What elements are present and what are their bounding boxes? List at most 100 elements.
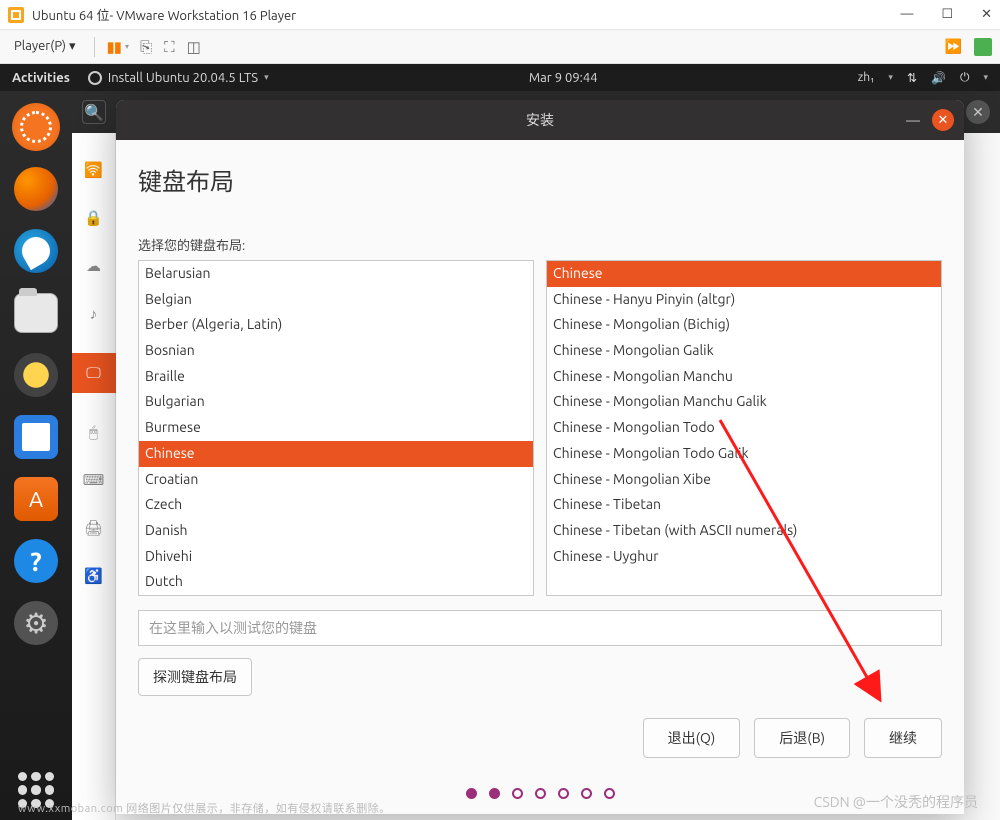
music-icon[interactable]: ♪ [90, 305, 98, 323]
rhythmbox-icon [14, 353, 58, 397]
unity-icon[interactable]: ◫ [187, 38, 201, 56]
installer-title: 安装 [526, 110, 554, 130]
layout-variant-list[interactable]: ChineseChinese - Hanyu Pinyin (altgr)Chi… [546, 260, 942, 596]
gear-icon: ⚙ [14, 601, 58, 645]
list-item[interactable]: Croatian [139, 467, 533, 493]
help-icon: ? [14, 539, 58, 583]
close-button[interactable]: ✕ [981, 7, 992, 22]
continue-button[interactable]: 继续 [864, 718, 942, 758]
list-item[interactable]: Belarusian [139, 261, 533, 287]
input-method-indicator[interactable]: zh₁ [858, 71, 875, 84]
accessibility-icon[interactable]: ♿ [84, 567, 103, 585]
fullscreen-icon[interactable]: ⛶ [164, 38, 175, 56]
pager-dot [604, 788, 615, 799]
list-item[interactable]: Belgian [139, 287, 533, 313]
mouse-icon[interactable]: 🖱 [89, 423, 98, 441]
dock-thunderbird[interactable] [10, 225, 62, 277]
back-button[interactable]: 后退(B) [754, 718, 850, 758]
pager-dot [489, 788, 500, 799]
network-icon[interactable]: ⇅ [907, 71, 917, 85]
list-item[interactable]: Bulgarian [139, 389, 533, 415]
list-item[interactable]: Chinese - Mongolian Manchu Galik [547, 389, 941, 415]
list-item[interactable]: Chinese - Mongolian Todo Galik [547, 441, 941, 467]
thunderbird-icon [14, 229, 58, 273]
list-item[interactable]: Chinese - Mongolian Galik [547, 338, 941, 364]
notes-icon[interactable] [974, 38, 992, 56]
cloud-icon[interactable]: ☁ [86, 257, 101, 275]
install-label: Install Ubuntu 20.04.5 LTS [108, 71, 258, 85]
list-item[interactable]: Czech [139, 492, 533, 518]
dock-rhythmbox[interactable] [10, 349, 62, 401]
list-item[interactable]: Dhivehi [139, 544, 533, 570]
list-item[interactable]: Chinese - Hanyu Pinyin (altgr) [547, 287, 941, 313]
list-item[interactable]: Chinese - Tibetan (with ASCII numerals) [547, 518, 941, 544]
dock-settings[interactable]: ⚙ [10, 597, 62, 649]
maximize-button[interactable]: ☐ [941, 7, 953, 22]
ubuntu-topbar: Activities Install Ubuntu 20.04.5 LTS ▾ … [0, 64, 1000, 91]
dock-ubuntu-installer[interactable] [10, 101, 62, 153]
list-item[interactable]: Chinese - Mongolian (Bichig) [547, 312, 941, 338]
firefox-icon [14, 167, 58, 211]
detect-layout-button[interactable]: 探测键盘布局 [138, 658, 252, 696]
software-icon: A [14, 477, 58, 521]
watermark-left: www.xxmoban.com 网络图片仅供展示，非存储，如有侵权请联系删除。 [18, 800, 391, 816]
list-item[interactable]: Dzongkha [139, 595, 533, 596]
pager-dot [512, 788, 523, 799]
volume-icon[interactable]: 🔊 [931, 71, 946, 85]
list-item[interactable]: Danish [139, 518, 533, 544]
list-item[interactable]: Dutch [139, 569, 533, 595]
clock[interactable]: Mar 9 09:44 [287, 71, 840, 85]
list-item[interactable]: Chinese [547, 261, 941, 287]
close-icon[interactable]: ✕ [932, 109, 954, 131]
layout-language-list[interactable]: BelarusianBelgianBerber (Algeria, Latin)… [138, 260, 534, 596]
vmware-window-title: Ubuntu 64 位- VMware Workstation 16 Playe… [32, 5, 900, 24]
display-icon[interactable]: 🖵 [72, 353, 116, 393]
printer-icon[interactable]: 🖨 [84, 519, 103, 537]
list-item[interactable]: Berber (Algeria, Latin) [139, 312, 533, 338]
files-icon [14, 293, 58, 333]
vmware-toolbar: Player(P) ▾ ▮▮▾ ⎘ ⛶ ◫ ⏩ [0, 30, 1000, 64]
minimize-icon[interactable]: — [906, 112, 920, 128]
install-indicator[interactable]: Install Ubuntu 20.04.5 LTS ▾ [88, 71, 269, 85]
choose-layout-label: 选择您的键盘布局: [138, 235, 942, 254]
vmware-icon [8, 7, 24, 23]
wifi-icon[interactable]: 🛜 [84, 161, 103, 179]
list-item[interactable]: Chinese - Tibetan [547, 492, 941, 518]
list-item[interactable]: Bosnian [139, 338, 533, 364]
vmware-titlebar: Ubuntu 64 位- VMware Workstation 16 Playe… [0, 0, 1000, 30]
quit-button[interactable]: 退出(Q) [643, 718, 741, 758]
activities-button[interactable]: Activities [12, 71, 70, 85]
dock-ubuntu-software[interactable]: A [10, 473, 62, 525]
close-icon[interactable]: ✕ [966, 100, 990, 124]
list-item[interactable]: Chinese - Uyghur [547, 544, 941, 570]
player-menu[interactable]: Player(P) ▾ [8, 35, 82, 58]
page-heading: 键盘布局 [138, 162, 942, 197]
pause-button[interactable]: ▮▮▾ [107, 38, 129, 56]
fast-forward-icon[interactable]: ⏩ [945, 38, 962, 55]
dock-firefox[interactable] [10, 163, 62, 215]
list-item[interactable]: Braille [139, 364, 533, 390]
list-item[interactable]: Chinese - Mongolian Manchu [547, 364, 941, 390]
dock-libreoffice-writer[interactable] [10, 411, 62, 463]
ubiquity-icon [88, 71, 102, 85]
list-item[interactable]: Chinese - Mongolian Xibe [547, 467, 941, 493]
search-button[interactable]: 🔍 [82, 100, 106, 124]
list-item[interactable]: Chinese [139, 441, 533, 467]
pager-dot [535, 788, 546, 799]
ubuntu-logo-icon [12, 103, 60, 151]
pager-dot [581, 788, 592, 799]
list-item[interactable]: Chinese - Mongolian Todo [547, 415, 941, 441]
installer-titlebar: 安装 — ✕ [116, 100, 964, 140]
minimize-button[interactable]: — [900, 7, 913, 22]
chevron-down-icon: ▾ [888, 72, 893, 83]
lock-icon[interactable]: 🔒 [84, 209, 103, 227]
send-ctrl-alt-del-icon[interactable]: ⎘ [140, 38, 152, 56]
dock-files[interactable] [10, 287, 62, 339]
list-item[interactable]: Burmese [139, 415, 533, 441]
keyboard-icon[interactable]: ⌨ [83, 471, 105, 489]
keyboard-test-input[interactable] [138, 610, 942, 646]
settings-sidebar: 🛜 🔒 ☁ ♪ 🖵 🖱 ⌨ 🖨 ♿ [72, 133, 116, 820]
dock-help[interactable]: ? [10, 535, 62, 587]
installer-window: 安装 — ✕ 键盘布局 选择您的键盘布局: BelarusianBelgianB… [116, 100, 964, 814]
power-icon[interactable]: ⏻ [960, 71, 970, 85]
